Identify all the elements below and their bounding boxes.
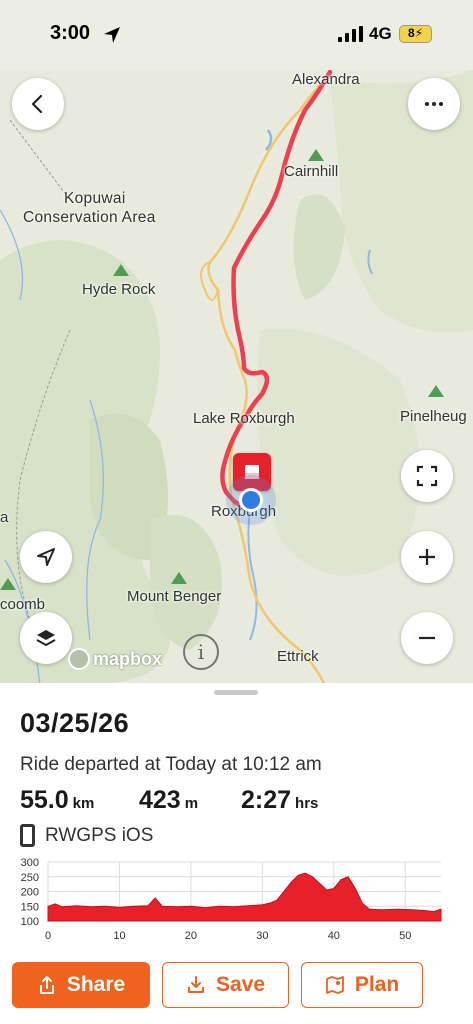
expand-icon bbox=[416, 465, 438, 487]
back-button[interactable] bbox=[12, 78, 64, 130]
mapbox-icon bbox=[68, 648, 90, 670]
download-icon bbox=[187, 976, 204, 993]
y-tick-label: 250 bbox=[21, 872, 39, 884]
chevron-left-icon bbox=[31, 94, 43, 114]
plan-button[interactable]: Plan bbox=[301, 962, 423, 1008]
ride-departed-text: Ride departed at Today at 10:12 am bbox=[20, 754, 322, 775]
layers-icon bbox=[36, 630, 56, 646]
ride-stats: 55.0 km 423 m 2:27 hrs bbox=[20, 786, 460, 820]
ride-date: 03/25/26 bbox=[20, 708, 130, 738]
map-label-cairnhill: Cairnhill bbox=[284, 163, 339, 180]
elevation-unit: m bbox=[184, 795, 199, 812]
y-tick-label: 150 bbox=[21, 901, 39, 913]
map-label-mount-benger: Mount Benger bbox=[127, 588, 222, 605]
zoom-out-button[interactable] bbox=[401, 612, 453, 664]
y-tick-label: 100 bbox=[21, 916, 39, 928]
phone-icon bbox=[20, 824, 35, 847]
x-tick-label: 50 bbox=[399, 930, 411, 942]
map-label-alexandra: Alexandra bbox=[292, 71, 360, 88]
locate-button[interactable] bbox=[20, 531, 72, 583]
layers-button[interactable] bbox=[20, 612, 72, 664]
device-row: RWGPS iOS bbox=[20, 824, 153, 847]
map-label-conservation-area: Conservation Area bbox=[23, 209, 156, 226]
x-tick-label: 20 bbox=[185, 930, 197, 942]
ride-details-sheet: 03/25/26 Ride departed at Today at 10:12… bbox=[0, 683, 473, 1024]
map-label-lake-roxburgh: Lake Roxburgh bbox=[193, 410, 295, 427]
duration-unit: hrs bbox=[295, 795, 319, 812]
peak-icon bbox=[113, 264, 129, 276]
mapbox-logo[interactable]: mapbox bbox=[68, 648, 162, 670]
peak-icon bbox=[171, 572, 187, 584]
current-location-dot bbox=[239, 488, 263, 512]
peak-icon bbox=[0, 578, 16, 590]
map-label-pinelheug: Pinelheug bbox=[400, 408, 467, 425]
ellipsis-icon bbox=[425, 102, 443, 106]
distance-value: 55.0 bbox=[20, 786, 69, 814]
minus-icon bbox=[419, 636, 435, 640]
stat-distance: 55.0 km bbox=[20, 786, 94, 815]
duration-value: 2:27 bbox=[241, 786, 292, 814]
x-tick-label: 0 bbox=[45, 930, 51, 942]
navigation-arrow-icon bbox=[37, 548, 55, 566]
x-tick-label: 10 bbox=[113, 930, 125, 942]
plan-label: Plan bbox=[354, 973, 400, 996]
device-label: RWGPS iOS bbox=[45, 824, 154, 846]
sheet-drag-handle[interactable] bbox=[214, 690, 258, 695]
status-bar: 3:00 4G 8⚡ bbox=[0, 0, 473, 70]
battery-indicator: 8⚡ bbox=[399, 25, 432, 43]
share-button[interactable]: Share bbox=[12, 962, 150, 1008]
share-icon bbox=[39, 976, 54, 994]
map-label-edge-a: a bbox=[0, 509, 9, 526]
map-info-button[interactable]: i bbox=[183, 634, 219, 670]
map-label-hyde-rock: Hyde Rock bbox=[82, 281, 156, 298]
battery-level: 8 bbox=[407, 26, 415, 40]
map-pin-icon bbox=[325, 976, 344, 994]
save-button[interactable]: Save bbox=[162, 962, 289, 1008]
map-label-ettrick: Ettrick bbox=[277, 648, 319, 665]
network-type: 4G bbox=[369, 24, 392, 43]
share-label: Share bbox=[66, 973, 126, 996]
status-time: 3:00 bbox=[50, 22, 91, 44]
map-label-kopuwai: Kopuwai bbox=[64, 190, 126, 207]
mapbox-wordmark: mapbox bbox=[93, 648, 163, 669]
elevation-chart[interactable]: 100 150 200 250 300 0 10 20 30 40 50 bbox=[0, 853, 473, 948]
x-tick-label: 40 bbox=[328, 930, 340, 942]
map-label-edge-coomb: coomb bbox=[0, 596, 46, 613]
plus-icon bbox=[419, 549, 435, 565]
map-terrain bbox=[0, 69, 473, 685]
signal-icon bbox=[338, 26, 363, 42]
peak-icon bbox=[428, 385, 444, 397]
route-map[interactable]: Alexandra Cairnhill Kopuwai Conservation… bbox=[0, 0, 473, 685]
y-tick-label: 300 bbox=[21, 857, 39, 869]
more-button[interactable] bbox=[408, 78, 460, 130]
x-tick-label: 30 bbox=[256, 930, 268, 942]
y-tick-label: 200 bbox=[21, 887, 39, 899]
stat-duration: 2:27 hrs bbox=[241, 786, 318, 815]
save-label: Save bbox=[215, 973, 266, 996]
fullscreen-button[interactable] bbox=[401, 450, 453, 502]
elevation-value: 423 bbox=[139, 786, 181, 814]
location-arrow-icon bbox=[104, 27, 120, 43]
distance-unit: km bbox=[72, 795, 95, 812]
elevation-area bbox=[47, 872, 442, 922]
stat-elevation: 423 m bbox=[139, 786, 198, 815]
peak-icon bbox=[308, 149, 324, 161]
zoom-in-button[interactable] bbox=[401, 531, 453, 583]
